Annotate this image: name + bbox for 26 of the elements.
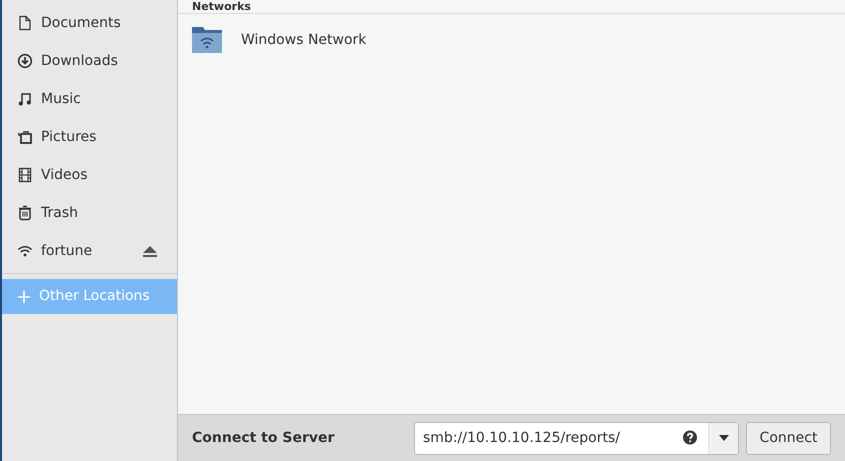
download-icon [17, 53, 33, 69]
document-icon [17, 15, 33, 31]
trash-icon [17, 205, 33, 221]
wifi-icon [17, 243, 33, 259]
connect-button[interactable]: Connect [746, 422, 831, 454]
plus-icon [17, 290, 31, 304]
network-folder-icon [192, 27, 222, 53]
sidebar-item[interactable]: Trash [2, 194, 177, 232]
network-item[interactable]: Windows Network [178, 24, 845, 56]
picture-icon [17, 129, 33, 145]
connect-label: Connect to Server [192, 428, 336, 448]
server-address-field[interactable]: smb://10.10.10.125/reports/ [415, 428, 682, 448]
section-heading: Networks [192, 0, 251, 13]
sidebar-item[interactable]: Documents [2, 4, 177, 42]
sidebar-item[interactable]: Downloads [2, 42, 177, 80]
sidebar-item[interactable]: Videos [2, 156, 177, 194]
sidebar-item[interactable]: Pictures [2, 118, 177, 156]
eject-icon[interactable] [143, 246, 157, 256]
sidebar-item[interactable]: Music [2, 80, 177, 118]
caret-icon [718, 435, 728, 441]
film-icon [17, 167, 33, 183]
sidebar-item[interactable]: fortune [2, 232, 177, 270]
dropdown-button[interactable] [708, 422, 738, 454]
help-icon[interactable] [682, 430, 698, 446]
address-combo-box[interactable]: smb://10.10.10.125/reports/ [414, 422, 739, 454]
music-note-icon [17, 91, 33, 107]
